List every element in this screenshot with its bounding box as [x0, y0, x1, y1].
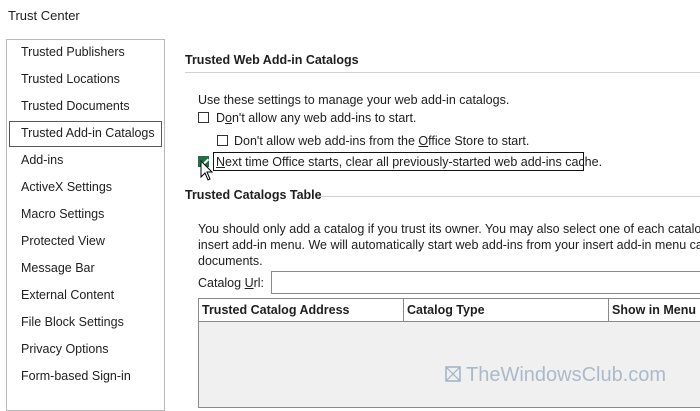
description-line: insert add-in menu. We will automaticall…	[198, 238, 700, 252]
sidebar-item-label: Macro Settings	[21, 207, 105, 221]
sidebar-item-trusted-publishers[interactable]: Trusted Publishers	[7, 40, 164, 64]
column-header-show-in-menu[interactable]: Show in Menu	[609, 299, 700, 321]
sidebar-item-label: Add-ins	[21, 153, 64, 167]
sidebar-item-label: Trusted Publishers	[21, 45, 125, 59]
mouse-cursor-icon	[200, 160, 214, 181]
description-line: You should only add a catalog if you tru…	[198, 222, 700, 236]
sidebar-item-label: Trusted Locations	[21, 72, 120, 86]
sidebar-item-label: External Content	[21, 288, 115, 302]
watermark-text: TheWindowsClub.com	[466, 364, 667, 386]
description-line: documents.	[198, 254, 263, 268]
catalogs-description: You should only add a catalog if you tru…	[198, 221, 700, 269]
sidebar-item-privacy-options[interactable]: Privacy Options	[7, 337, 164, 361]
dont-allow-web-addins-checkbox[interactable]	[198, 112, 209, 123]
catalog-url-label: Catalog Url:	[198, 276, 265, 290]
sidebar-item-label: Trusted Documents	[21, 99, 130, 113]
catalog-url-input[interactable]	[271, 271, 700, 294]
sidebar-item-protected-view[interactable]: Protected View	[7, 229, 164, 253]
title-bar: Trust Center	[0, 0, 700, 32]
table-header: Trusted Catalog Address Catalog Type Sho…	[199, 299, 700, 322]
trusted-catalogs-table[interactable]: Trusted Catalog Address Catalog Type Sho…	[198, 298, 700, 408]
sidebar-item-label: Protected View	[21, 234, 105, 248]
sidebar-item-trusted-documents[interactable]: Trusted Documents	[7, 94, 164, 118]
sidebar-item-message-bar[interactable]: Message Bar	[7, 256, 164, 280]
clear-addins-cache-label[interactable]: Next time Office starts, clear all previ…	[216, 155, 602, 169]
section-divider	[185, 72, 700, 73]
sidebar-item-addins[interactable]: Add-ins	[7, 148, 164, 172]
sidebar-item-label: File Block Settings	[21, 315, 124, 329]
section-title-web-addin-catalogs: Trusted Web Add-in Catalogs	[185, 53, 359, 67]
sidebar-item-macro-settings[interactable]: Macro Settings	[7, 202, 164, 226]
section-divider	[317, 196, 700, 197]
column-header-catalog-type[interactable]: Catalog Type	[404, 299, 609, 321]
sidebar: Trusted Publishers Trusted Locations Tru…	[6, 39, 165, 411]
sidebar-item-form-based-sign-in[interactable]: Form-based Sign-in	[7, 364, 164, 388]
sidebar-item-file-block-settings[interactable]: File Block Settings	[7, 310, 164, 334]
web-addins-intro: Use these settings to manage your web ad…	[198, 93, 510, 107]
sidebar-item-label: Privacy Options	[21, 342, 109, 356]
window-title: Trust Center	[8, 8, 80, 23]
column-header-trusted-catalog-address[interactable]: Trusted Catalog Address	[199, 299, 404, 321]
sidebar-item-label: Form-based Sign-in	[21, 369, 131, 383]
sidebar-item-label: Message Bar	[21, 261, 95, 275]
dont-allow-web-addins-label[interactable]: Don't allow any web add-ins to start.	[216, 111, 416, 125]
dont-allow-office-store-label[interactable]: Don't allow web add-ins from the Office …	[234, 134, 529, 148]
sidebar-item-activex-settings[interactable]: ActiveX Settings	[7, 175, 164, 199]
dont-allow-office-store-checkbox[interactable]	[217, 135, 228, 146]
section-title-catalogs-table: Trusted Catalogs Table	[185, 188, 322, 202]
main-content: Trusted Web Add-in Catalogs Use these se…	[175, 40, 700, 408]
sidebar-item-trusted-locations[interactable]: Trusted Locations	[7, 67, 164, 91]
sidebar-item-external-content[interactable]: External Content	[7, 283, 164, 307]
sidebar-item-label: Trusted Add-in Catalogs	[21, 126, 155, 140]
sidebar-item-trusted-addin-catalogs[interactable]: Trusted Add-in Catalogs	[9, 121, 162, 147]
sidebar-item-label: ActiveX Settings	[21, 180, 113, 194]
watermark-logo-icon	[445, 366, 461, 382]
